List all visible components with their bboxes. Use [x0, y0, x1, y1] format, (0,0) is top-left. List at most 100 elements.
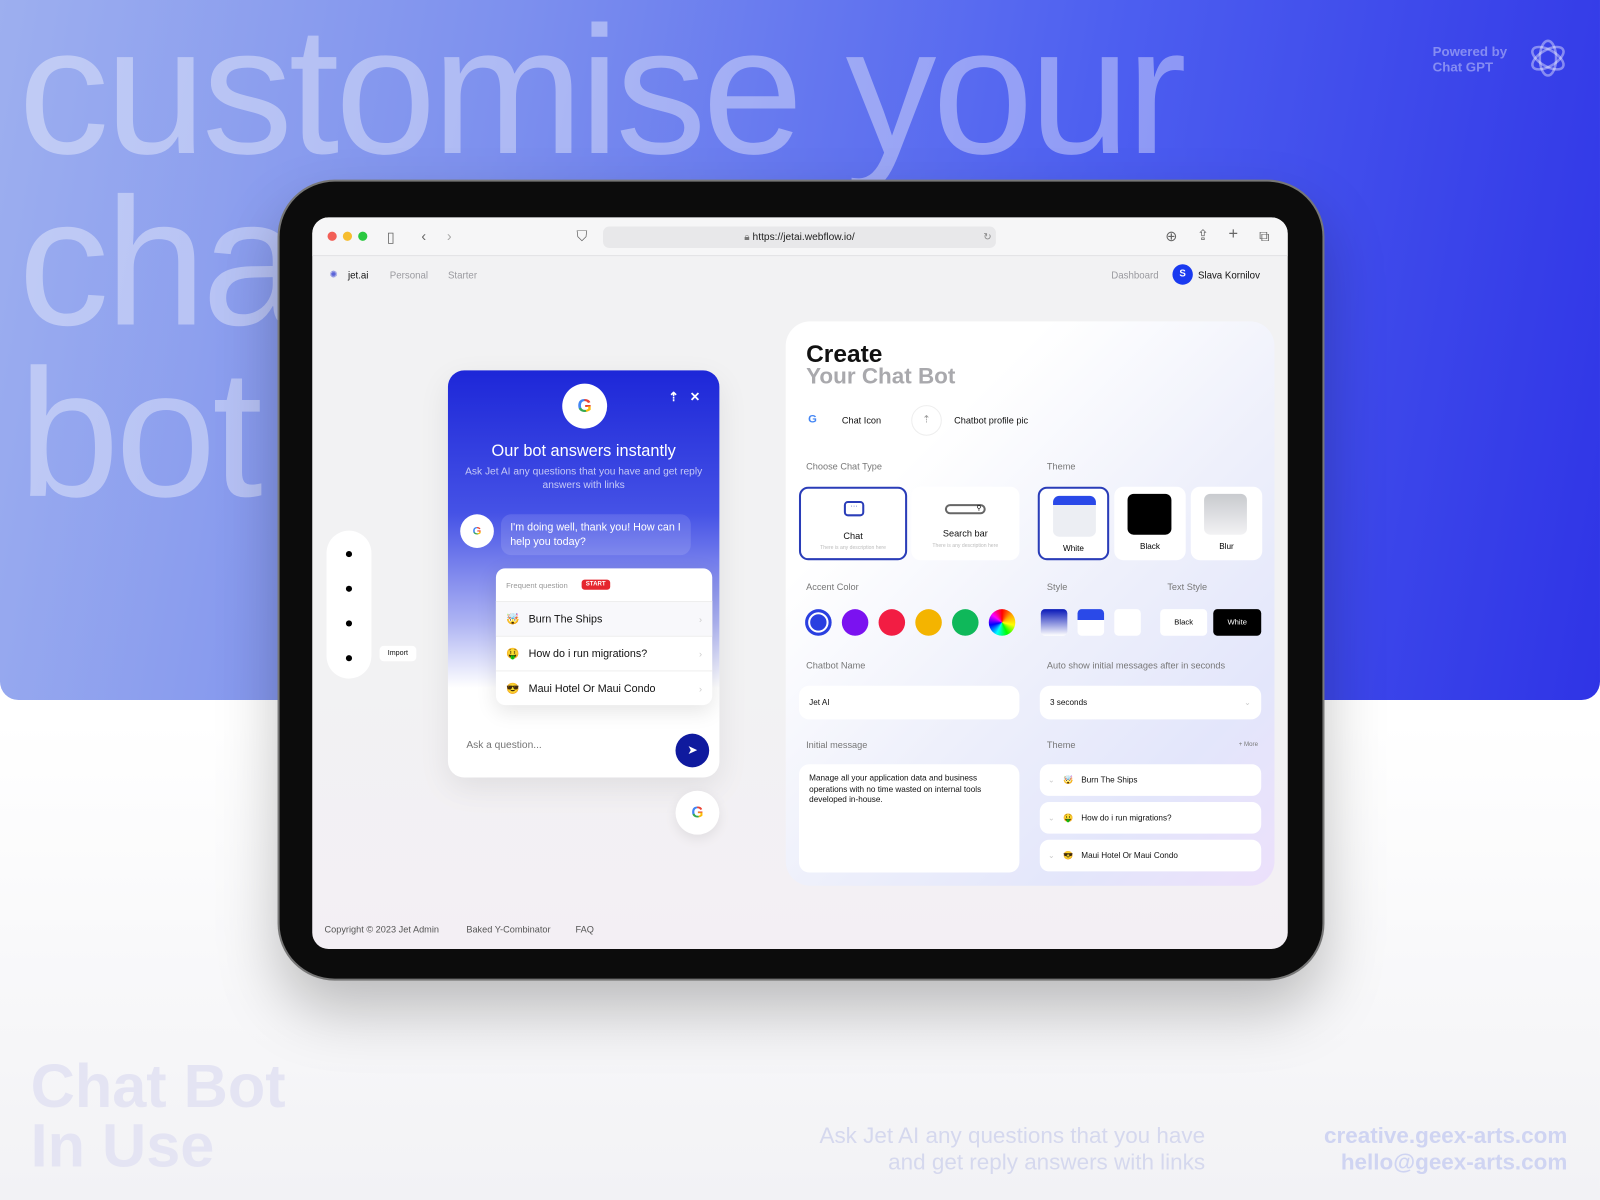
address-bar[interactable]: 🔒︎ https://jetai.webflow.io/ ↻ — [603, 226, 996, 248]
chevron-down-icon: ⌄ — [1244, 697, 1252, 708]
powered-by-line: Powered by — [1432, 43, 1508, 60]
footer-copyright: Copyright © 2023 Jet Admin — [324, 924, 439, 935]
nav-dashboard[interactable]: Dashboard — [1111, 270, 1158, 281]
theme-black[interactable]: Black — [1114, 486, 1186, 561]
sidebar-icon[interactable]: ▯ — [387, 230, 395, 244]
powered-by-brand: Chat GPT — [1432, 59, 1494, 75]
bottom-title-line: Chat Bot — [30, 1052, 286, 1121]
maximize-window-button[interactable] — [358, 231, 368, 241]
faq-item[interactable]: 😎 Maui Hotel Or Maui Condo › — [495, 670, 713, 705]
site-nav: ✺ jet.ai Personal Starter Dashboard S Sl… — [312, 260, 1288, 291]
bot-avatar-icon: G — [460, 514, 494, 548]
accent-color-blue[interactable] — [805, 609, 832, 636]
accent-color-red[interactable] — [878, 609, 906, 636]
theme-name: Black — [1140, 541, 1160, 552]
headline-line-1: customise your — [18, 0, 1186, 192]
theme-white[interactable]: White — [1037, 486, 1110, 561]
minimize-window-button[interactable] — [342, 231, 353, 241]
nav-starter[interactable]: Starter — [448, 270, 477, 281]
faq-item[interactable]: 🤯 Burn The Ships › — [495, 601, 713, 636]
user-name[interactable]: Slava Kornilov — [1198, 270, 1260, 281]
rail-item-import[interactable] — [345, 655, 353, 662]
browser-toolbar: ▯ ‹ › ⛉ 🔒︎ https://jetai.webflow.io/↻ ⊕ … — [312, 217, 1288, 257]
send-button[interactable]: ➤ — [675, 733, 710, 768]
bottom-tagline: Ask Jet AI any questions that you have an… — [819, 1122, 1205, 1175]
accent-color-purple[interactable] — [841, 609, 869, 636]
close-icon[interactable]: ✕ — [690, 390, 700, 404]
text-style-white[interactable]: White — [1213, 609, 1262, 636]
nav-personal[interactable]: Personal — [390, 270, 428, 281]
more-link[interactable]: + More — [1239, 742, 1258, 748]
chatbot-name-input[interactable]: Jet AI — [798, 685, 1020, 720]
upload-icon[interactable]: ⇡ — [668, 390, 678, 404]
chat-icon-label: Chat Icon — [841, 415, 882, 426]
chat-type-desc: There is any description here — [820, 544, 886, 552]
style-gradient[interactable] — [1040, 609, 1068, 636]
auto-show-value: 3 seconds — [1049, 697, 1088, 708]
chevron-down-icon: ⌄ — [1047, 775, 1055, 785]
accent-color-yellow[interactable] — [915, 609, 942, 636]
headline-line-3: bot — [18, 331, 262, 535]
avatar[interactable]: S — [1172, 264, 1193, 285]
shield-icon[interactable]: ⛉ — [577, 229, 588, 243]
frequent-questions: Frequent question START 🤯 Burn The Ships ›… — [495, 568, 713, 706]
plus-icon[interactable]: + — [1229, 226, 1239, 242]
theme-item-text: Burn The Ships — [1081, 775, 1138, 785]
google-logo-icon[interactable]: G — [808, 413, 817, 425]
rail-item[interactable] — [345, 620, 353, 627]
reload-icon[interactable]: ↻ — [983, 227, 992, 248]
emoji-icon: 🤑 — [1062, 813, 1074, 823]
initial-message-textarea[interactable]: Manage all your application data and bus… — [798, 764, 1020, 873]
download-icon[interactable]: ⊕ — [1165, 229, 1177, 243]
text-style-black[interactable]: Black — [1160, 609, 1208, 636]
theme-item[interactable]: ⌄ 😎 Maui Hotel Or Maui Condo — [1039, 839, 1262, 872]
chat-type-chat[interactable]: ··· Chat There is any description here — [798, 486, 908, 561]
side-rail — [326, 530, 372, 679]
text-style-label: Text Style — [1167, 581, 1208, 592]
footer-faq-link[interactable]: FAQ — [576, 924, 594, 934]
jetai-logo-icon: ✺ — [329, 269, 338, 281]
accent-color-label: Accent Color — [806, 581, 859, 592]
theme-item[interactable]: ⌄ 🤯 Burn The Ships — [1039, 764, 1262, 796]
forward-icon[interactable]: › — [447, 229, 452, 243]
chevron-right-icon: › — [698, 613, 703, 624]
rail-item[interactable] — [345, 551, 353, 558]
theme-blur[interactable]: Blur — [1190, 486, 1263, 561]
brand-link[interactable]: jet.ai — [348, 270, 368, 281]
widget-title: Our bot answers instantly — [491, 442, 676, 461]
chat-launcher-button[interactable]: G — [675, 790, 720, 835]
theme-label: Theme — [1046, 461, 1076, 472]
chevron-right-icon: › — [698, 648, 703, 659]
import-tooltip: Import — [379, 645, 417, 662]
email-link[interactable]: hello@geex-arts.com — [1324, 1149, 1567, 1176]
faq-item[interactable]: 🤑 How do i run migrations? › — [495, 635, 713, 671]
close-window-button[interactable] — [327, 231, 337, 241]
rail-item[interactable] — [345, 585, 353, 592]
chevron-down-icon: ⌄ — [1047, 851, 1055, 861]
faq-item-text: Burn The Ships — [528, 612, 603, 625]
theme-blur-preview — [1204, 493, 1247, 535]
tabs-icon[interactable]: ⧉ — [1259, 229, 1269, 243]
style-header[interactable] — [1077, 609, 1105, 636]
presentation-canvas: customise your chat bot Powered by Chat G… — [0, 0, 1600, 1200]
search-bar-icon: ⚲ — [944, 504, 986, 515]
theme-item[interactable]: ⌄ 🤑 How do i run migrations? — [1039, 802, 1262, 834]
accent-color-custom[interactable] — [988, 609, 1016, 636]
faq-item-text: How do i run migrations? — [528, 647, 648, 660]
question-input[interactable] — [466, 739, 661, 752]
style-plain[interactable] — [1114, 609, 1141, 636]
back-icon[interactable]: ‹ — [421, 229, 426, 243]
panel-subtitle: Your Chat Bot — [806, 363, 956, 389]
emoji-icon: 😎 — [1062, 851, 1074, 861]
upload-icon[interactable]: ⇡ — [911, 405, 942, 436]
share-icon[interactable]: ⇪ — [1197, 228, 1209, 242]
theme-white-preview — [1053, 495, 1096, 537]
chat-type-search-bar[interactable]: ⚲ Search bar There is any description he… — [911, 486, 1020, 561]
bottom-title-line: In Use — [30, 1111, 215, 1180]
accent-color-green[interactable] — [952, 609, 979, 636]
auto-show-select[interactable]: 3 seconds ⌄ — [1039, 685, 1262, 720]
chat-type-name: Search bar — [942, 528, 988, 539]
lock-icon: 🔒︎ — [744, 231, 753, 243]
website-link[interactable]: creative.geex-arts.com — [1324, 1122, 1567, 1149]
footer-baked-link[interactable]: Baked Y-Combinator — [466, 924, 550, 934]
